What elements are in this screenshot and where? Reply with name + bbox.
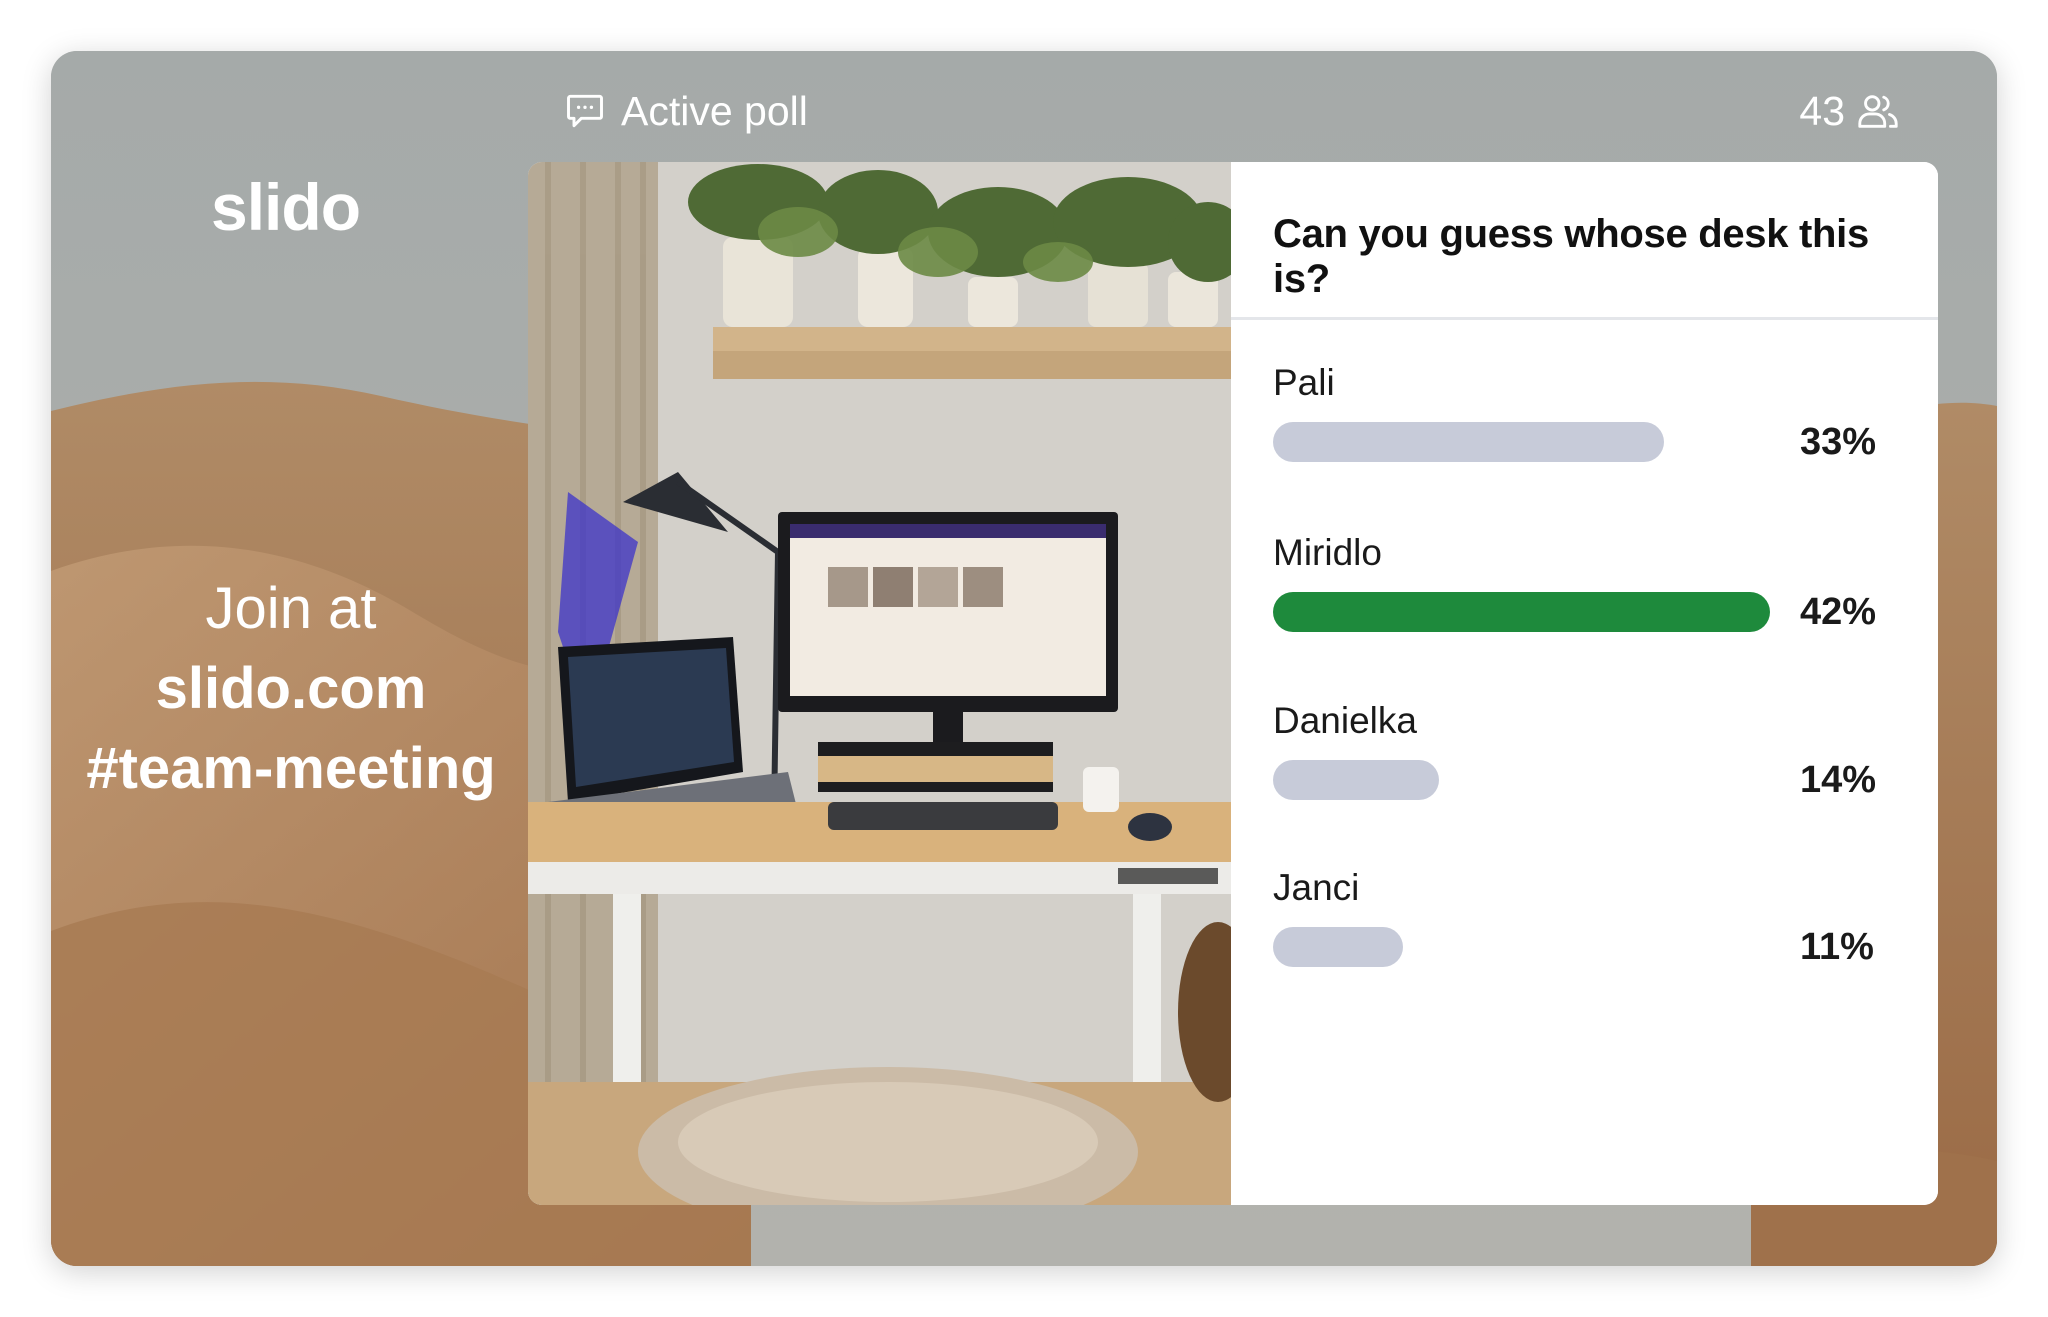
event-code: #team-meeting — [86, 736, 496, 801]
chat-bubble-icon — [567, 94, 603, 128]
result-bar — [1273, 422, 1664, 462]
poll-option-label: Pali — [1273, 362, 1335, 403]
result-bar-track — [1273, 422, 1770, 462]
presentation-frame: Active poll 43 slido Join at slido.com #… — [51, 51, 1997, 1266]
poll-card: Can you guess whose desk this is? Pali 3… — [528, 162, 1938, 1205]
people-icon — [1858, 95, 1898, 128]
slido-logo: slido — [211, 170, 361, 244]
result-bar-track — [1273, 927, 1770, 967]
poll-option-percent: 11% — [1800, 925, 1874, 968]
poll-option: Miridlo 42% — [1273, 532, 1913, 634]
desk-photo-illustration — [528, 162, 1231, 1205]
participants-number: 43 — [1799, 87, 1845, 134]
result-bar — [1273, 927, 1403, 967]
result-bar-track — [1273, 760, 1770, 800]
result-bar — [1273, 760, 1439, 800]
result-bar-track — [1273, 592, 1770, 632]
poll-option: Danielka 14% — [1273, 700, 1913, 802]
join-label: Join at — [205, 576, 377, 641]
poll-option: Janci 11% — [1273, 867, 1913, 969]
poll-option-label: Danielka — [1273, 700, 1417, 741]
poll-divider — [1231, 317, 1938, 320]
poll-question: Can you guess whose desk this is? — [1273, 212, 1869, 301]
header-title: Active poll — [621, 87, 808, 134]
poll-option-percent: 14% — [1800, 758, 1877, 801]
join-url: slido.com — [155, 656, 427, 721]
desk-photo — [528, 162, 1231, 1205]
poll-option-percent: 42% — [1800, 590, 1877, 633]
join-instructions: Join at slido.com #team-meeting — [51, 569, 531, 809]
poll-option-label: Miridlo — [1273, 532, 1382, 573]
participants-count: 43 — [1799, 85, 1901, 137]
poll-option-label: Janci — [1273, 867, 1360, 908]
poll-option-percent: 33% — [1800, 420, 1877, 463]
active-poll-header: Active poll — [563, 85, 808, 137]
result-bar — [1273, 592, 1770, 632]
poll-results-panel: Can you guess whose desk this is? Pali 3… — [1231, 162, 1938, 1205]
poll-option: Pali 33% — [1273, 362, 1913, 464]
